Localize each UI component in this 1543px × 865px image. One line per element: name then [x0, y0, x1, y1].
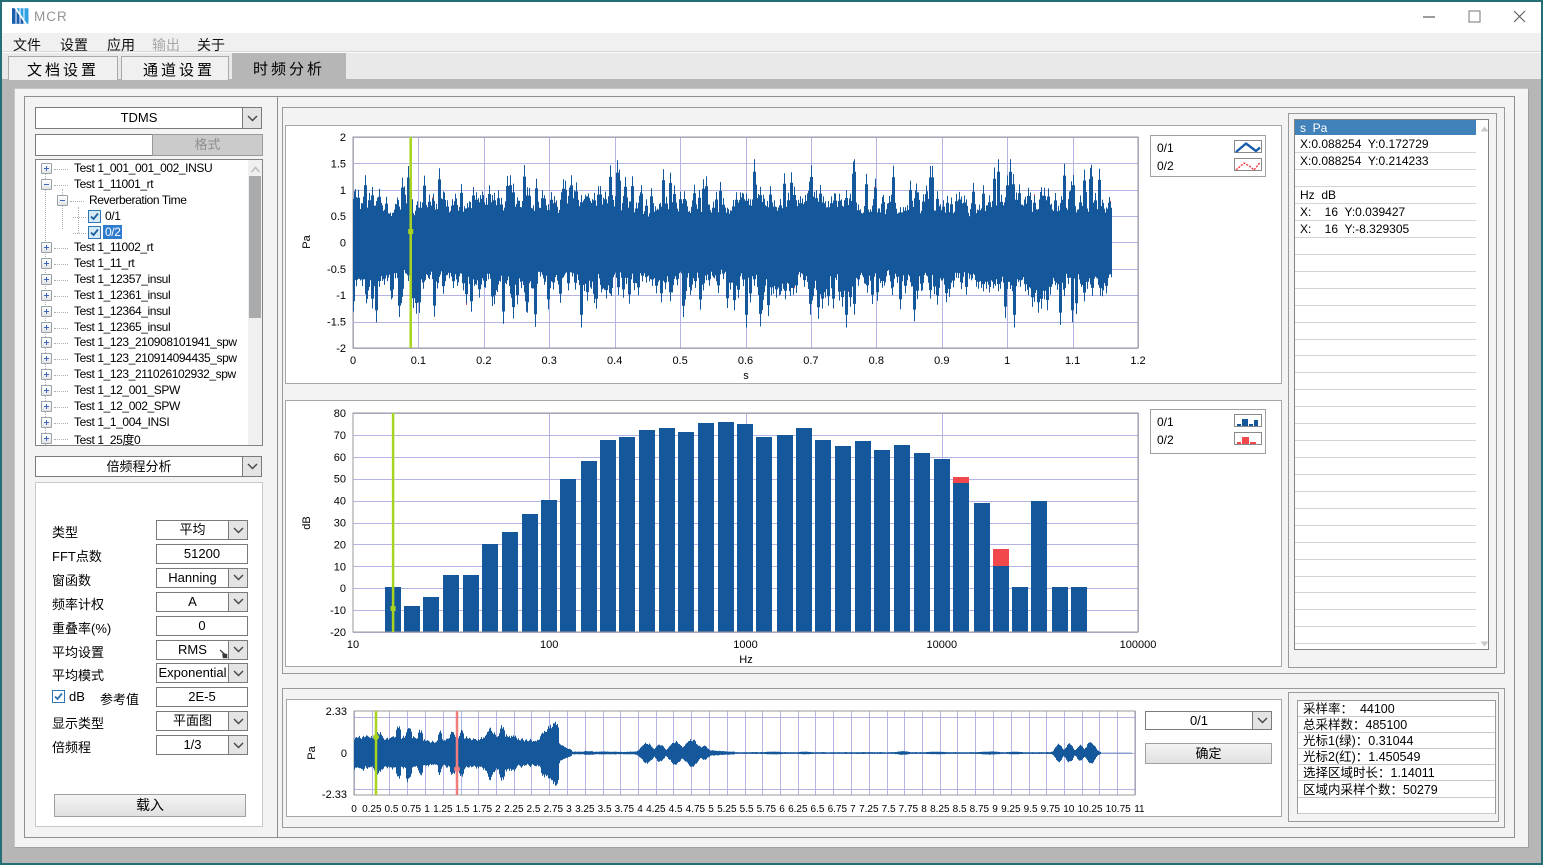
svg-text:5.75: 5.75	[757, 804, 777, 815]
svg-text:-2: -2	[336, 343, 346, 355]
svg-text:1: 1	[424, 804, 430, 815]
svg-text:Pa: Pa	[301, 234, 313, 248]
svg-text:10: 10	[334, 561, 346, 573]
svg-text:0.1: 0.1	[411, 355, 426, 367]
svg-text:s: s	[743, 370, 749, 382]
svg-text:-1: -1	[336, 290, 346, 302]
svg-text:50: 50	[334, 474, 346, 486]
svg-text:-0.5: -0.5	[327, 264, 346, 276]
svg-text:11: 11	[1134, 804, 1145, 815]
svg-text:6: 6	[779, 804, 785, 815]
svg-text:2.75: 2.75	[544, 804, 564, 815]
svg-text:40: 40	[334, 496, 346, 508]
svg-text:7.25: 7.25	[859, 804, 879, 815]
svg-text:0.25: 0.25	[362, 804, 382, 815]
svg-text:0.7: 0.7	[803, 355, 818, 367]
svg-text:8: 8	[921, 804, 927, 815]
svg-text:0: 0	[340, 583, 346, 595]
svg-text:8.5: 8.5	[953, 804, 967, 815]
svg-text:1.25: 1.25	[433, 804, 453, 815]
svg-text:7.5: 7.5	[882, 804, 896, 815]
svg-text:-20: -20	[330, 627, 346, 639]
svg-text:-2.33: -2.33	[322, 789, 347, 801]
svg-text:0.75: 0.75	[402, 804, 422, 815]
svg-text:2.5: 2.5	[527, 804, 541, 815]
svg-text:8.75: 8.75	[970, 804, 990, 815]
svg-text:3.25: 3.25	[575, 804, 595, 815]
svg-text:4.25: 4.25	[646, 804, 666, 815]
svg-text:0.9: 0.9	[934, 355, 949, 367]
svg-text:80: 80	[334, 408, 346, 420]
svg-text:0.4: 0.4	[607, 355, 622, 367]
svg-text:1000: 1000	[733, 639, 757, 651]
svg-text:1.2: 1.2	[1130, 355, 1145, 367]
svg-text:0.6: 0.6	[738, 355, 753, 367]
svg-text:7: 7	[850, 804, 856, 815]
svg-text:9.75: 9.75	[1041, 804, 1061, 815]
svg-text:5: 5	[708, 804, 714, 815]
svg-text:3.5: 3.5	[598, 804, 612, 815]
svg-text:2.33: 2.33	[326, 706, 347, 718]
svg-text:0: 0	[341, 748, 347, 760]
svg-text:6.5: 6.5	[811, 804, 825, 815]
svg-text:1.1: 1.1	[1065, 355, 1080, 367]
svg-text:6.75: 6.75	[828, 804, 848, 815]
svg-text:4.75: 4.75	[686, 804, 706, 815]
svg-text:60: 60	[334, 452, 346, 464]
svg-text:0.5: 0.5	[385, 804, 399, 815]
svg-text:1.5: 1.5	[331, 158, 346, 170]
svg-text:2.25: 2.25	[504, 804, 524, 815]
svg-text:0: 0	[340, 238, 346, 250]
svg-text:-1.5: -1.5	[327, 317, 346, 329]
svg-text:9.5: 9.5	[1024, 804, 1038, 815]
svg-text:70: 70	[334, 430, 346, 442]
svg-text:1.5: 1.5	[456, 804, 470, 815]
svg-text:30: 30	[334, 518, 346, 530]
svg-text:10: 10	[347, 639, 359, 651]
svg-text:2: 2	[340, 132, 346, 144]
svg-text:8.25: 8.25	[930, 804, 950, 815]
svg-text:3.75: 3.75	[615, 804, 635, 815]
svg-text:4.5: 4.5	[669, 804, 683, 815]
svg-text:1.75: 1.75	[473, 804, 493, 815]
svg-text:0.8: 0.8	[869, 355, 884, 367]
svg-text:5.25: 5.25	[717, 804, 737, 815]
svg-text:2: 2	[495, 804, 501, 815]
svg-text:100: 100	[540, 639, 558, 651]
svg-text:dB: dB	[301, 516, 313, 529]
svg-text:Pa: Pa	[306, 745, 318, 759]
svg-text:10.25: 10.25	[1077, 804, 1102, 815]
svg-text:9.25: 9.25	[1001, 804, 1021, 815]
svg-text:0: 0	[350, 355, 356, 367]
svg-text:7.75: 7.75	[899, 804, 919, 815]
svg-text:9: 9	[992, 804, 998, 815]
svg-text:0.5: 0.5	[672, 355, 687, 367]
svg-text:-10: -10	[330, 605, 346, 617]
svg-text:3: 3	[566, 804, 572, 815]
svg-text:6.25: 6.25	[788, 804, 808, 815]
svg-text:0.2: 0.2	[476, 355, 491, 367]
svg-text:0.5: 0.5	[331, 211, 346, 223]
svg-text:1: 1	[1004, 355, 1010, 367]
svg-text:10.75: 10.75	[1106, 804, 1131, 815]
svg-text:5.5: 5.5	[740, 804, 754, 815]
svg-text:0: 0	[351, 804, 357, 815]
svg-text:1: 1	[340, 185, 346, 197]
svg-text:100000: 100000	[1120, 639, 1157, 651]
svg-text:20: 20	[334, 539, 346, 551]
svg-text:4: 4	[637, 804, 643, 815]
svg-text:10000: 10000	[927, 639, 958, 651]
svg-text:10: 10	[1063, 804, 1075, 815]
svg-text:Hz: Hz	[739, 654, 752, 666]
svg-text:0.3: 0.3	[542, 355, 557, 367]
